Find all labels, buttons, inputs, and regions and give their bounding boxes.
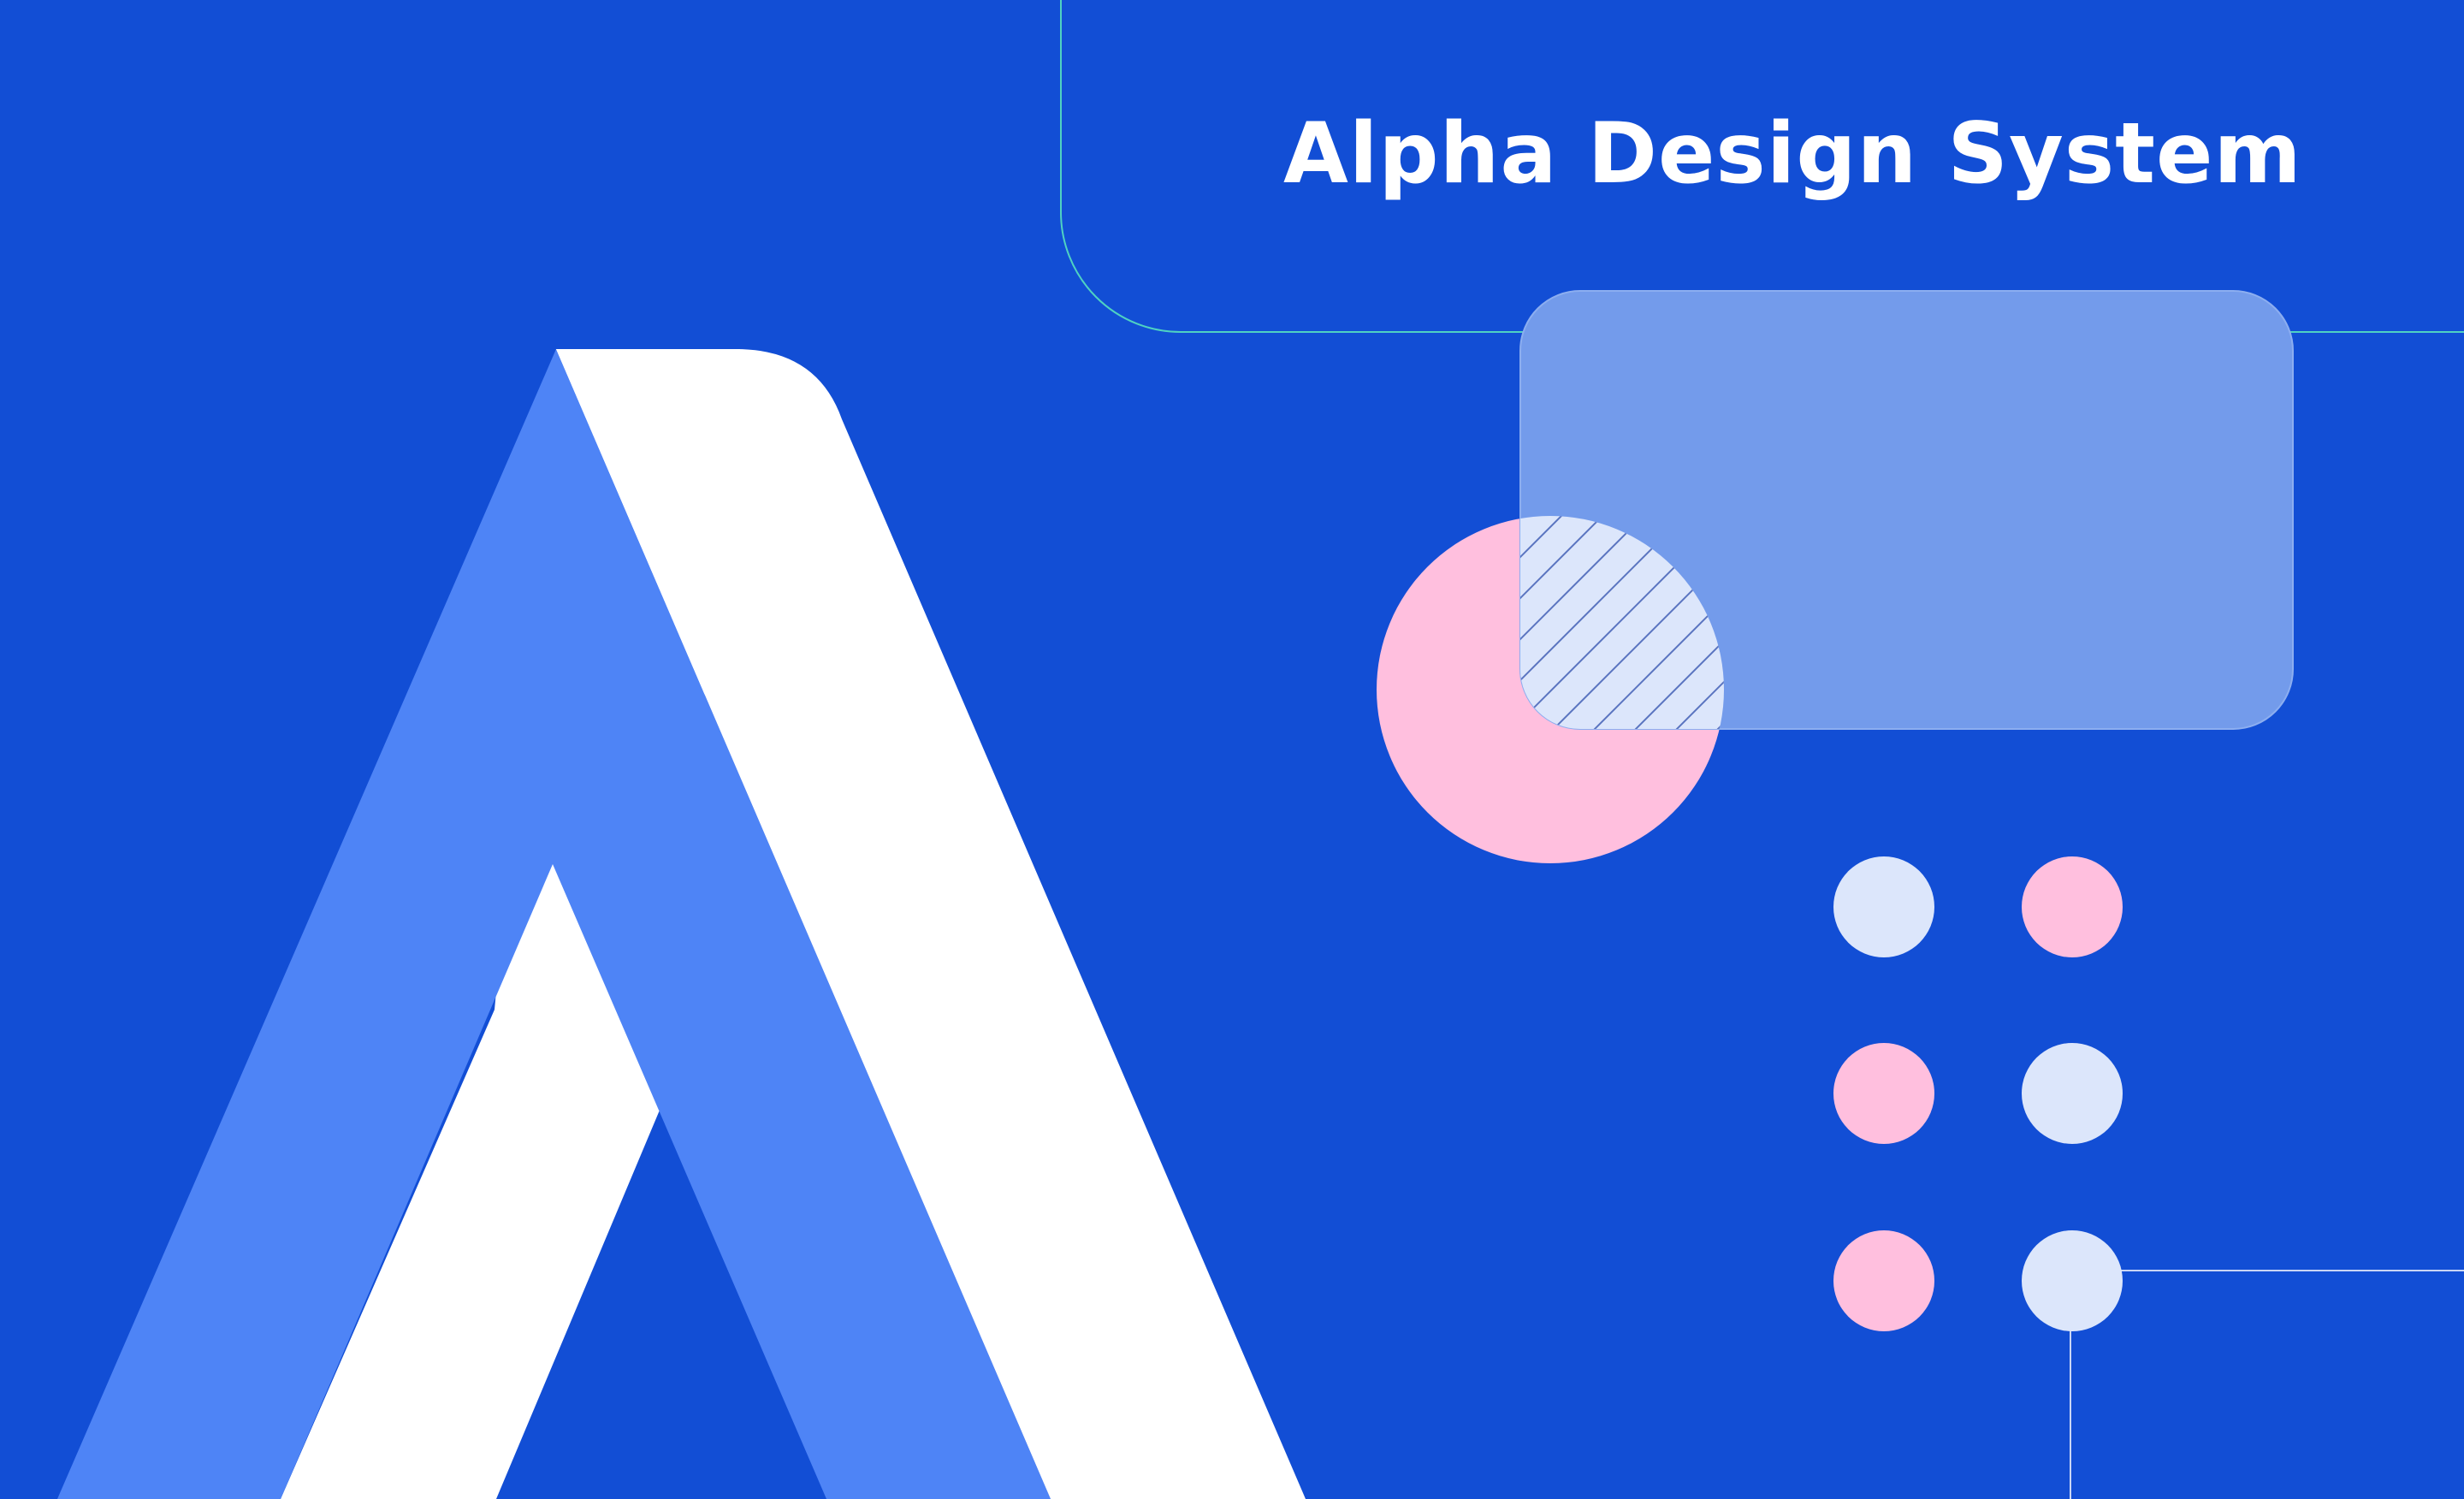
dot-grid-icon [1833,856,2123,1331]
banner-illustration [57,0,2464,1499]
banner: Alpha Design System [0,0,2464,1499]
alpha-a-logo-icon [57,349,1306,1499]
grid-dot [1833,856,1934,957]
page-title: Alpha Design System [1283,105,2302,203]
grid-dot [1833,1043,1934,1144]
grid-dot [2022,1043,2123,1144]
grid-dot [2022,856,2123,957]
grid-dot [2022,1230,2123,1331]
grid-dot [1833,1230,1934,1331]
